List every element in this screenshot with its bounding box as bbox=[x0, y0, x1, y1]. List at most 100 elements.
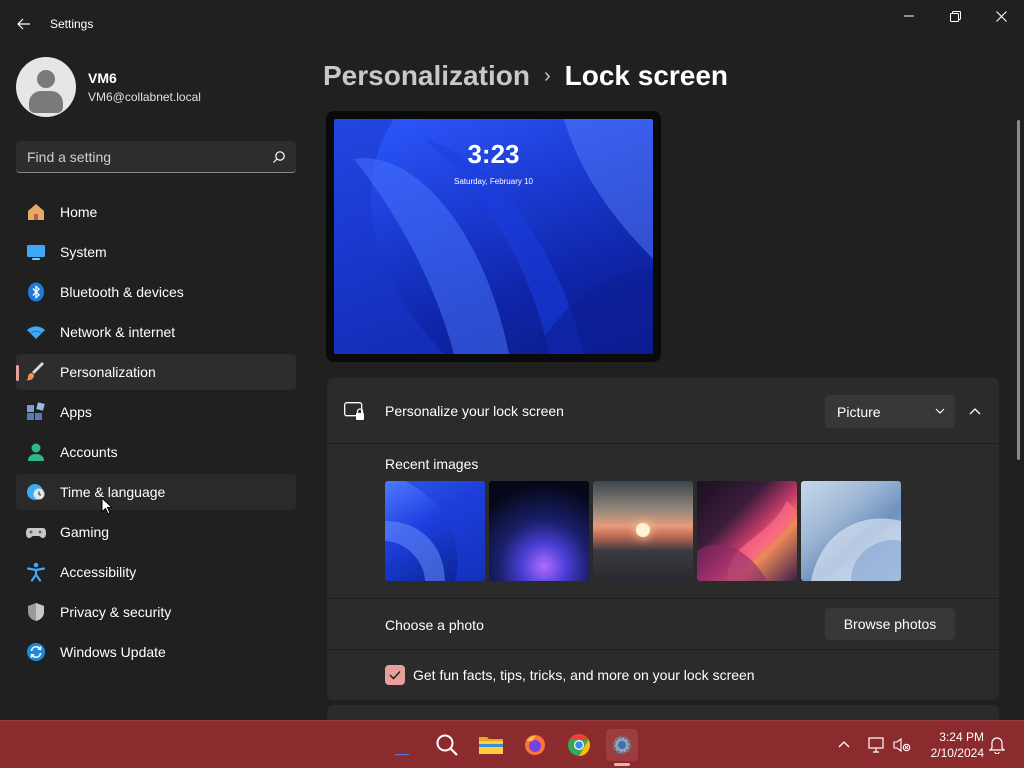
scrollbar[interactable] bbox=[1017, 120, 1020, 460]
choose-photo-label: Choose a photo bbox=[385, 617, 484, 633]
network-icon bbox=[868, 737, 884, 753]
close-button[interactable] bbox=[978, 0, 1024, 32]
breadcrumb-parent[interactable]: Personalization bbox=[323, 60, 530, 92]
profile-email: VM6@collabnet.local bbox=[88, 90, 201, 104]
recent-images bbox=[385, 481, 905, 581]
search-box bbox=[16, 141, 296, 173]
personalize-lock-screen-card: Personalize your lock screen Picture Rec… bbox=[327, 378, 999, 700]
card-title: Personalize your lock screen bbox=[385, 403, 564, 419]
search-icon bbox=[436, 734, 458, 756]
selection-indicator bbox=[16, 365, 19, 381]
sidebar-item-network[interactable]: Network & internet bbox=[16, 314, 296, 350]
sidebar-item-time-language[interactable]: Time & language bbox=[16, 474, 296, 510]
settings-taskbar-button[interactable] bbox=[606, 729, 638, 761]
sidebar-item-label: Apps bbox=[60, 404, 92, 420]
restore-button[interactable] bbox=[932, 0, 978, 32]
mouse-cursor-icon bbox=[101, 497, 113, 515]
recent-image-pink-ribbon[interactable] bbox=[697, 481, 797, 581]
paintbrush-icon bbox=[26, 362, 46, 382]
sidebar-item-gaming[interactable]: Gaming bbox=[16, 514, 296, 550]
person-icon bbox=[26, 442, 46, 462]
recent-image-sunset-lake[interactable] bbox=[593, 481, 693, 581]
sidebar-item-label: Gaming bbox=[60, 524, 110, 540]
arrow-left-icon bbox=[17, 18, 30, 30]
sidebar-item-label: Network & internet bbox=[60, 324, 176, 340]
sidebar-item-privacy-security[interactable]: Privacy & security bbox=[16, 594, 296, 630]
file-explorer-button[interactable] bbox=[475, 729, 507, 761]
user-profile[interactable]: VM6 VM6@collabnet.local bbox=[16, 57, 201, 117]
apps-icon bbox=[26, 402, 46, 422]
accessibility-icon bbox=[26, 562, 46, 582]
restore-icon bbox=[949, 10, 961, 22]
bell-icon bbox=[989, 737, 1005, 754]
dropdown-value: Picture bbox=[837, 404, 881, 420]
breadcrumb-separator: › bbox=[543, 64, 551, 87]
sidebar-nav: Home System Bluetooth & devices Network … bbox=[16, 194, 296, 674]
background-type-dropdown[interactable]: Picture bbox=[825, 395, 955, 428]
recent-image-blue-bloom[interactable] bbox=[385, 481, 485, 581]
sidebar-item-label: Accounts bbox=[60, 444, 118, 460]
chrome-button[interactable] bbox=[563, 729, 595, 761]
browse-photos-button[interactable]: Browse photos bbox=[825, 608, 955, 640]
chevron-up-icon bbox=[838, 741, 850, 748]
taskbar-search-button[interactable] bbox=[431, 729, 463, 761]
checkmark-icon bbox=[389, 670, 401, 680]
taskbar: 3:24 PM 2/10/2024 bbox=[0, 720, 1024, 768]
close-icon bbox=[995, 10, 1007, 22]
minimize-button[interactable] bbox=[886, 0, 932, 32]
wifi-icon bbox=[26, 322, 46, 342]
tray-clock[interactable]: 3:24 PM 2/10/2024 bbox=[920, 729, 984, 761]
sidebar-item-label: System bbox=[60, 244, 107, 260]
monitor-icon bbox=[26, 242, 46, 262]
show-hidden-icons-button[interactable] bbox=[828, 729, 860, 761]
sidebar-item-bluetooth[interactable]: Bluetooth & devices bbox=[16, 274, 296, 310]
sidebar-item-label: Windows Update bbox=[60, 644, 166, 660]
sidebar-item-personalization[interactable]: Personalization bbox=[16, 354, 296, 390]
sidebar-item-label: Accessibility bbox=[60, 564, 137, 580]
sidebar-item-system[interactable]: System bbox=[16, 234, 296, 270]
active-app-indicator bbox=[614, 763, 630, 766]
sidebar-item-accessibility[interactable]: Accessibility bbox=[16, 554, 296, 590]
tray-time: 3:24 PM bbox=[939, 730, 984, 744]
fun-facts-label[interactable]: Get fun facts, tips, tricks, and more on… bbox=[413, 667, 755, 683]
chevron-up-icon bbox=[969, 408, 981, 415]
back-button[interactable] bbox=[10, 10, 38, 38]
sidebar-item-label: Privacy & security bbox=[60, 604, 172, 620]
search-input[interactable] bbox=[16, 141, 266, 172]
recent-image-glow-orb[interactable] bbox=[489, 481, 589, 581]
sidebar-item-label: Personalization bbox=[60, 364, 156, 380]
sidebar-item-label: Bluetooth & devices bbox=[60, 284, 184, 300]
globe-clock-icon bbox=[26, 482, 46, 502]
search-icon[interactable] bbox=[272, 150, 286, 164]
gamepad-icon bbox=[26, 522, 46, 542]
update-icon bbox=[26, 642, 46, 662]
profile-name: VM6 bbox=[88, 70, 117, 86]
chevron-down-icon bbox=[935, 408, 945, 414]
start-button[interactable] bbox=[386, 729, 418, 761]
tray-date: 2/10/2024 bbox=[930, 746, 984, 760]
lock-screen-preview: 3:23 Saturday, February 10 bbox=[334, 119, 653, 354]
sidebar-item-windows-update[interactable]: Windows Update bbox=[16, 634, 296, 670]
breadcrumb: Personalization › Lock screen bbox=[323, 58, 728, 94]
recent-images-label: Recent images bbox=[385, 456, 479, 472]
sidebar-item-apps[interactable]: Apps bbox=[16, 394, 296, 430]
collapse-button[interactable] bbox=[961, 398, 989, 426]
windows-logo-icon bbox=[395, 754, 409, 756]
gear-icon bbox=[612, 735, 632, 755]
sidebar-item-home[interactable]: Home bbox=[16, 194, 296, 230]
volume-muted-icon bbox=[893, 737, 911, 753]
recent-image-light-bloom[interactable] bbox=[801, 481, 901, 581]
volume-tray-button[interactable] bbox=[886, 729, 918, 761]
sidebar-item-accounts[interactable]: Accounts bbox=[16, 434, 296, 470]
firefox-icon bbox=[525, 735, 545, 755]
firefox-button[interactable] bbox=[519, 729, 551, 761]
notifications-button[interactable] bbox=[981, 729, 1013, 761]
app-title: Settings bbox=[50, 17, 94, 31]
divider bbox=[327, 649, 999, 650]
card-header[interactable]: Personalize your lock screen Picture bbox=[327, 378, 999, 444]
page-title: Lock screen bbox=[564, 60, 729, 91]
fun-facts-checkbox[interactable] bbox=[385, 665, 405, 685]
folder-icon bbox=[479, 737, 503, 754]
shield-icon bbox=[26, 602, 46, 622]
preview-time: 3:23 bbox=[467, 139, 520, 169]
